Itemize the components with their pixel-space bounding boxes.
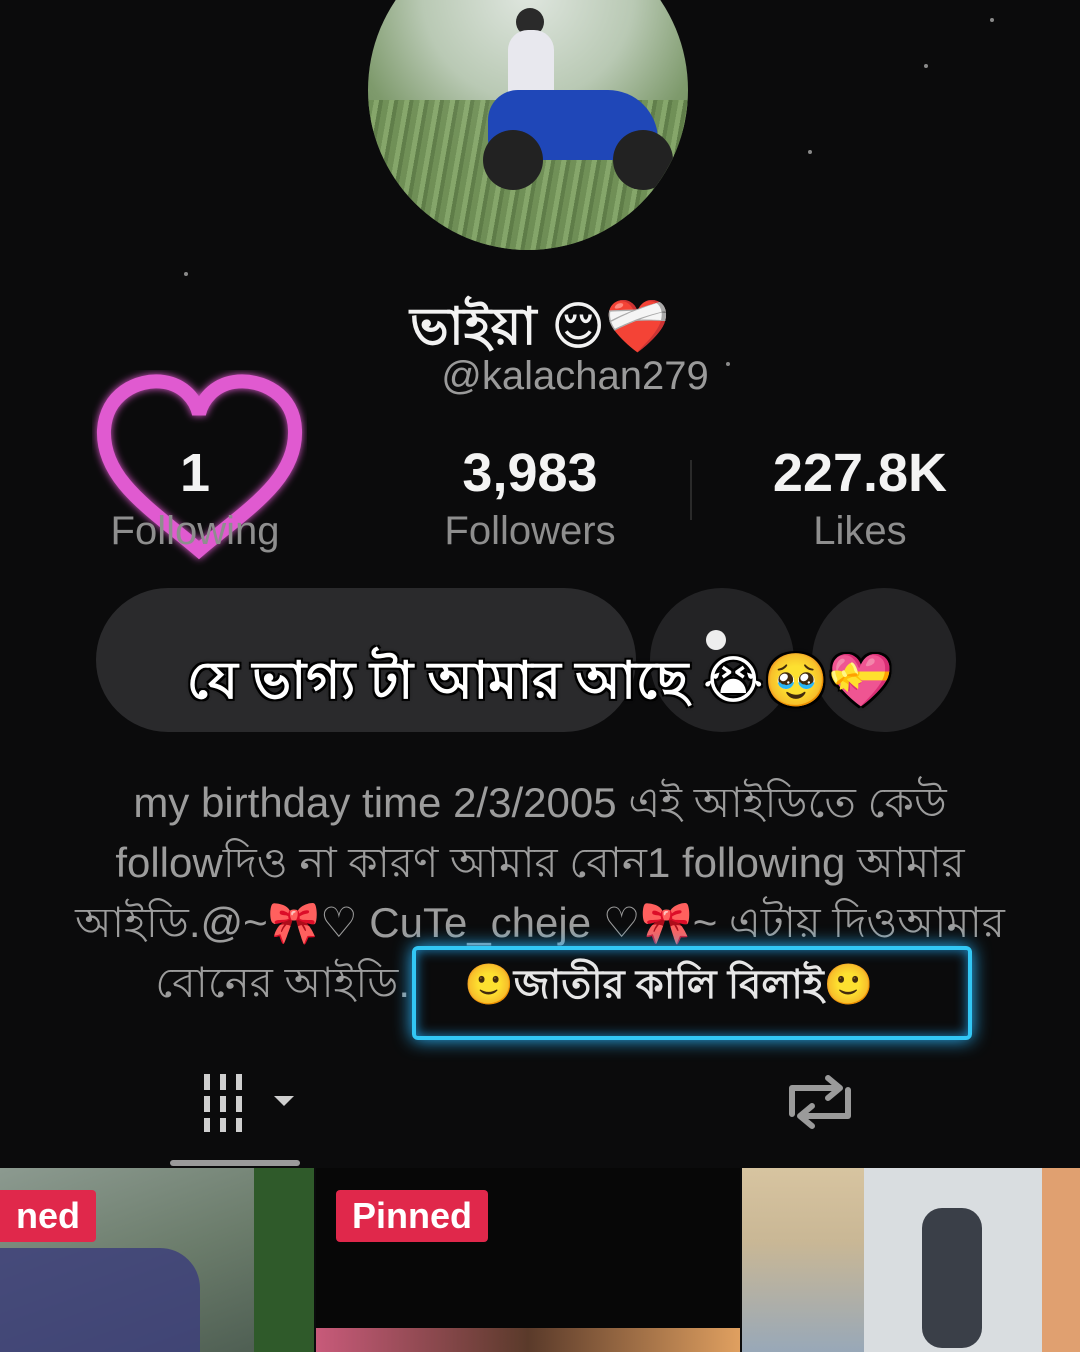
following-label: Following <box>110 509 280 553</box>
likes-label: Likes <box>813 509 907 553</box>
active-tab-indicator <box>170 1160 300 1166</box>
video-thumbnail-2[interactable]: Pinned <box>316 1168 740 1352</box>
video-thumbnail-3[interactable] <box>742 1168 1080 1352</box>
pinned-badge: Pinned <box>336 1190 489 1242</box>
pinned-badge: ned <box>0 1190 97 1242</box>
stat-followers[interactable]: 3,983 Followers <box>420 440 640 556</box>
bio-highlight-text: 🙂জাতীর কালি বিলাই🙂 <box>464 963 874 1007</box>
video-caption-overlay: যে ভাগ্য টা আমার আছে 😭🥹💝 <box>186 652 894 710</box>
bio-line-4: বোনের আইডি. <box>155 959 410 1006</box>
stats-divider <box>690 460 692 520</box>
video-thumbnail-1[interactable]: ned <box>0 1168 314 1352</box>
stat-likes[interactable]: 227.8K Likes <box>750 440 970 556</box>
bio-highlight-box: 🙂জাতীর কালি বিলাই🙂 <box>412 946 972 1040</box>
following-count: 1 <box>179 443 211 503</box>
stat-following[interactable]: 1 Following <box>100 440 290 556</box>
profile-avatar[interactable] <box>368 0 688 250</box>
likes-count: 227.8K <box>772 443 948 503</box>
followers-count: 3,983 <box>462 443 598 503</box>
followers-label: Followers <box>444 509 616 553</box>
repost-icon[interactable] <box>782 1070 858 1134</box>
grid-icon[interactable] <box>200 1066 300 1136</box>
